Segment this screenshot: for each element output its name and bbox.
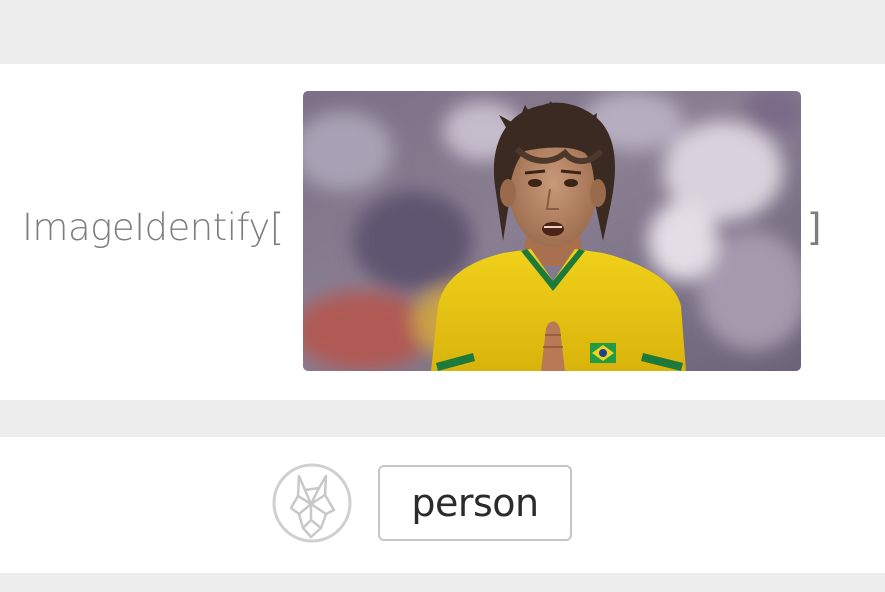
closing-bracket: ] [807,206,822,249]
result-text: person [411,481,539,525]
result-box[interactable]: person [378,465,572,541]
function-call-text: ImageIdentify[ [22,206,284,249]
notebook-page: ImageIdentify[] person [0,0,885,592]
input-image [303,91,801,371]
wolf-logo-icon [271,462,353,544]
